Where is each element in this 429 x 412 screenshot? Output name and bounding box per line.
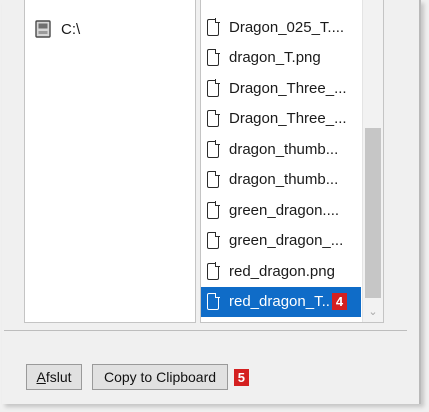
file-name: dragon_thumb... [229, 140, 339, 158]
drive-icon [35, 20, 51, 38]
file-list: Dragon_025_T.... dragon_T.png Dragon_Three… [201, 12, 361, 317]
file-list-item[interactable]: Dragon_Three_... [201, 73, 361, 104]
divider [4, 330, 407, 331]
file-icon [207, 109, 220, 128]
scrollbar-thumb[interactable] [365, 128, 381, 298]
copy-to-clipboard-button[interactable]: Copy to Clipboard 5 [92, 364, 249, 390]
file-icon [207, 231, 220, 250]
file-list-item[interactable]: dragon_T.png [201, 43, 361, 74]
file-icon [207, 48, 220, 67]
file-list-item[interactable]: Dragon_Three_... [201, 104, 361, 135]
file-name: dragon_thumb... [229, 171, 339, 189]
file-list-panel[interactable]: Dragon_025_T.... dragon_T.png Dragon_Three… [200, 0, 384, 323]
file-icon [207, 79, 220, 97]
file-name: green_dragon.... [229, 201, 340, 219]
file-list-item[interactable]: red_dragon_T.. 4 [201, 286, 361, 317]
file-list-item[interactable]: red_dragon.png [201, 256, 361, 287]
file-icon [207, 18, 220, 36]
file-name: Dragon_025_T.... [229, 18, 345, 36]
file-name: green_dragon_... [229, 232, 344, 250]
file-icon [207, 292, 220, 311]
callout-badge-4: 4 [331, 293, 348, 311]
file-name: Dragon_Three_... [229, 79, 347, 97]
file-icon [207, 140, 220, 158]
folder-tree[interactable]: C:\ [24, 0, 196, 323]
image-viewer-window: C:\ Dragon_025_T.... dragon_T.png Dragon_T… [2, 0, 421, 404]
vertical-scrollbar[interactable]: ⌄ [362, 0, 383, 322]
scroll-down-arrow-icon[interactable]: ⌄ [363, 304, 383, 318]
callout-badge-5: 5 [233, 369, 249, 386]
exit-button[interactable]: Afslut [26, 364, 82, 390]
file-list-item[interactable]: green_dragon_... [201, 226, 361, 257]
file-icon [207, 262, 220, 280]
file-icon [207, 170, 220, 189]
file-list-item[interactable]: green_dragon.... [201, 195, 361, 226]
copy-label: Copy to Clipboard [103, 369, 217, 385]
file-name: Dragon_Three_... [229, 110, 347, 128]
file-name: red_dragon_T.. [229, 293, 330, 311]
file-icon [207, 201, 220, 219]
file-name: red_dragon.png [229, 262, 335, 280]
file-name: dragon_T.png [229, 49, 321, 67]
file-list-item[interactable]: dragon_thumb... [201, 165, 361, 196]
drive-label: C:\ [61, 20, 81, 38]
exit-accelerator: A [36, 369, 46, 385]
drive-item[interactable]: C:\ [35, 18, 80, 40]
status-bar [4, 403, 407, 412]
exit-label-rest: fslut [45, 369, 72, 385]
file-list-item[interactable]: dragon_thumb... [201, 134, 361, 165]
file-list-item[interactable]: Dragon_025_T.... [201, 12, 361, 43]
